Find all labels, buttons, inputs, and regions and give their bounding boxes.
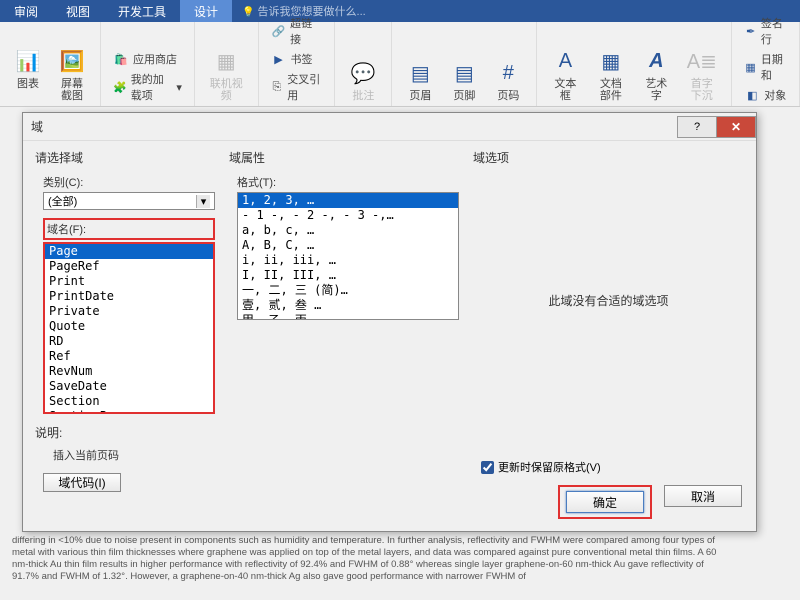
help-icon: ?	[694, 121, 700, 133]
header-icon: ▤	[406, 60, 434, 88]
pagenum-button[interactable]: #页码	[488, 58, 528, 104]
field-item[interactable]: Print	[45, 274, 213, 289]
store-button[interactable]: 🛍️应用商店	[109, 50, 186, 68]
store-icon: 🛍️	[113, 51, 129, 67]
hyperlink-button[interactable]: 🔗超链接	[267, 14, 327, 48]
textbox-icon: A	[551, 48, 579, 76]
field-item[interactable]: Section	[45, 394, 213, 409]
addins-button[interactable]: 🧩我的加载项 ▾	[109, 70, 186, 104]
format-item[interactable]: i, ii, iii, …	[238, 253, 458, 268]
screenshot-button[interactable]: 🖼️屏幕截图	[52, 46, 92, 104]
field-item[interactable]: RD	[45, 334, 213, 349]
format-item[interactable]: 一, 二, 三 (简)…	[238, 283, 458, 298]
video-icon: ▦	[212, 48, 240, 76]
screenshot-icon: 🖼️	[58, 48, 86, 76]
datetime-button[interactable]: ▦日期和	[740, 50, 791, 84]
field-item[interactable]: Private	[45, 304, 213, 319]
tab-view[interactable]: 视图	[52, 0, 104, 22]
field-item[interactable]: SaveDate	[45, 379, 213, 394]
field-item[interactable]: PrintDate	[45, 289, 213, 304]
ok-button[interactable]: 确定	[566, 491, 644, 513]
dropcap-icon: A≣	[688, 48, 716, 76]
online-video-button[interactable]: ▦联机视频	[203, 46, 250, 104]
select-field-label: 请选择域	[35, 149, 215, 166]
ribbon-body: 📊图表 🖼️屏幕截图 🛍️应用商店 🧩我的加载项 ▾ ▦联机视频 🔗超链接 ▶书…	[0, 22, 800, 107]
bookmark-icon: ▶	[271, 51, 287, 67]
category-label: 类别(C):	[43, 174, 215, 190]
footer-button[interactable]: ▤页脚	[444, 58, 484, 104]
textbox-button[interactable]: A文本框	[545, 46, 585, 104]
fieldname-label: 域名(F):	[43, 218, 215, 240]
format-item[interactable]: 1, 2, 3, …	[238, 193, 458, 208]
link-icon: 🔗	[271, 23, 287, 39]
object-icon: ◧	[744, 87, 760, 103]
category-combo[interactable]: (全部) ▾	[43, 192, 215, 210]
format-item[interactable]: I, II, III, …	[238, 268, 458, 283]
dropcap-button[interactable]: A≣首字下沉	[680, 46, 723, 104]
format-item[interactable]: a, b, c, …	[238, 223, 458, 238]
category-value: (全部)	[48, 193, 77, 209]
wordart-button[interactable]: A艺术字	[636, 46, 676, 104]
dialog-titlebar: 域 ? ✕	[23, 113, 756, 141]
parts-icon: ▦	[597, 48, 625, 76]
signature-icon: ✒	[744, 23, 757, 39]
field-dialog: 域 ? ✕ 请选择域 类别(C): (全部) ▾ 域名(F): PagePage…	[22, 112, 757, 532]
description-label: 说明:	[35, 424, 215, 441]
format-label: 格式(T):	[237, 174, 459, 190]
object-button[interactable]: ◧对象	[740, 86, 791, 104]
addins-icon: 🧩	[113, 79, 127, 95]
format-item[interactable]: A, B, C, …	[238, 238, 458, 253]
close-button[interactable]: ✕	[716, 116, 756, 138]
comment-button[interactable]: 💬批注	[343, 58, 383, 104]
preserve-format-checkbox[interactable]: 更新时保留原格式(V)	[481, 459, 744, 475]
help-button[interactable]: ?	[677, 116, 717, 138]
chart-button[interactable]: 📊图表	[8, 46, 48, 104]
format-item[interactable]: 壹, 贰, 叁 …	[238, 298, 458, 313]
format-item[interactable]: 甲, 乙, 丙 …	[238, 313, 458, 319]
pagenum-icon: #	[494, 60, 522, 88]
crossref-icon: ⎘	[271, 79, 284, 95]
field-code-button[interactable]: 域代码(I)	[43, 473, 121, 492]
wordart-icon: A	[642, 48, 670, 76]
chevron-down-icon: ▾	[196, 195, 210, 208]
field-item[interactable]: RevNum	[45, 364, 213, 379]
preserve-checkbox-input[interactable]	[481, 461, 494, 474]
chart-icon: 📊	[14, 48, 42, 76]
options-label: 域选项	[473, 149, 744, 166]
fieldname-list[interactable]: PagePageRefPrintPrintDatePrivateQuoteRDR…	[43, 242, 215, 414]
crossref-button[interactable]: ⎘交叉引用	[267, 70, 327, 104]
bookmark-button[interactable]: ▶书签	[267, 50, 327, 68]
comment-icon: 💬	[349, 60, 377, 88]
field-item[interactable]: Quote	[45, 319, 213, 334]
close-icon: ✕	[731, 120, 741, 134]
ok-highlight: 确定	[558, 485, 652, 519]
tab-review[interactable]: 审阅	[0, 0, 52, 22]
options-empty-text: 此域没有合适的域选项	[473, 292, 744, 309]
preserve-label: 更新时保留原格式(V)	[498, 459, 601, 475]
cancel-button[interactable]: 取消	[664, 485, 742, 507]
format-list[interactable]: 1, 2, 3, …- 1 -, - 2 -, - 3 -,…a, b, c, …	[237, 192, 459, 320]
field-item[interactable]: PageRef	[45, 259, 213, 274]
description-text: 插入当前页码	[53, 447, 215, 463]
date-icon: ▦	[744, 59, 757, 75]
field-item[interactable]: Ref	[45, 349, 213, 364]
field-item[interactable]: Page	[45, 244, 213, 259]
signature-button[interactable]: ✒签名行	[740, 14, 791, 48]
tab-devtools[interactable]: 开发工具	[104, 0, 180, 22]
ribbon-tabs: 审阅 视图 开发工具 设计 告诉我您想要做什么...	[0, 0, 800, 22]
format-item[interactable]: - 1 -, - 2 -, - 3 -,…	[238, 208, 458, 223]
tab-design[interactable]: 设计	[180, 0, 232, 22]
dialog-title: 域	[31, 118, 43, 135]
properties-label: 域属性	[229, 149, 459, 166]
header-button[interactable]: ▤页眉	[400, 58, 440, 104]
background-doc-text: differing in <10% due to noise present i…	[12, 535, 732, 583]
quickparts-button[interactable]: ▦文档部件	[589, 46, 632, 104]
footer-icon: ▤	[450, 60, 478, 88]
field-item[interactable]: SectionPages	[45, 409, 213, 412]
